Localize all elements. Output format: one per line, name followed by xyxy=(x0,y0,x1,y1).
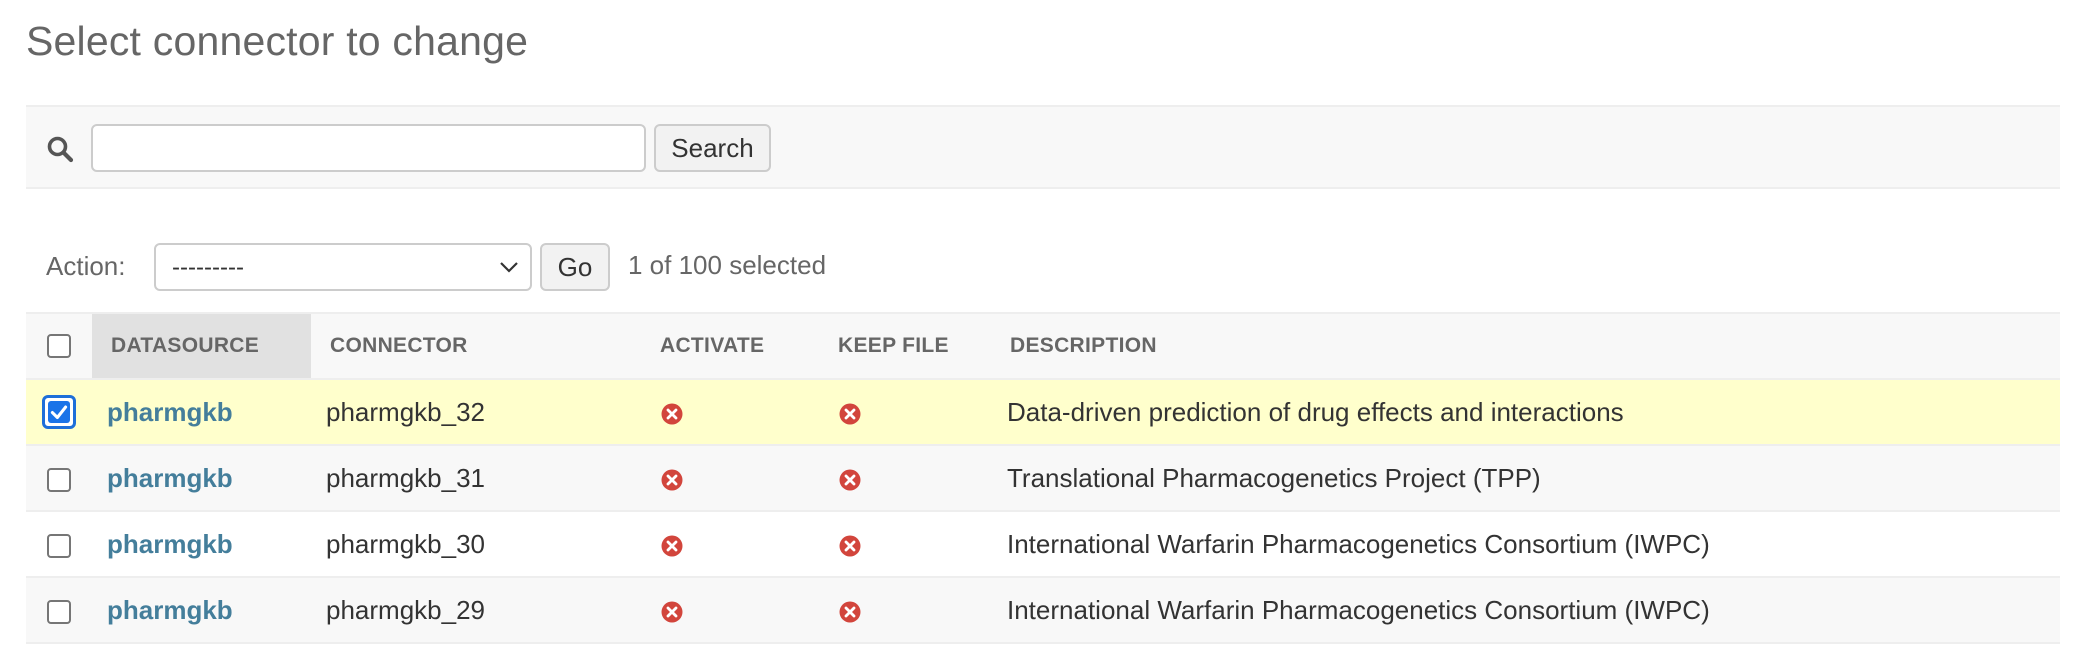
action-label: Action: xyxy=(46,251,126,281)
action-select-value: --------- xyxy=(172,254,244,281)
search-input[interactable] xyxy=(91,124,646,172)
column-label-activate: Activate xyxy=(660,334,765,357)
connector-name: pharmgkb_30 xyxy=(326,528,485,559)
false-icon xyxy=(839,403,861,425)
cell-connector: pharmgkb_32 xyxy=(311,379,650,445)
column-label-description: Description xyxy=(1010,334,1157,357)
admin-changelist-page: Select connector to change Search Action… xyxy=(0,0,2088,652)
false-icon xyxy=(661,469,683,491)
search-button[interactable]: Search xyxy=(654,124,771,172)
cell-keep-file xyxy=(824,511,996,577)
actions-bar: Action: --------- Go 1 of 100 selected xyxy=(26,238,1026,294)
column-header-activate[interactable]: Activate xyxy=(650,313,824,379)
column-header-datasource[interactable]: Datasource xyxy=(92,313,311,379)
chevron-down-icon xyxy=(500,262,518,273)
search-icon xyxy=(47,136,74,163)
select-all-checkbox[interactable] xyxy=(47,334,71,359)
cell-keep-file xyxy=(824,379,996,445)
description-text: International Warfarin Pharmacogenetics … xyxy=(1007,594,1710,625)
column-label-connector: Connector xyxy=(330,334,468,357)
table-row: pharmgkb pharmgkb_30 International Warfa… xyxy=(26,511,2060,577)
row-select-cell xyxy=(26,511,92,577)
go-button[interactable]: Go xyxy=(540,243,610,291)
datasource-link[interactable]: pharmgkb xyxy=(92,595,233,625)
search-toolbar: Search xyxy=(26,105,2060,189)
cell-activate xyxy=(650,379,824,445)
column-header-connector[interactable]: Connector xyxy=(311,313,650,379)
datasource-link[interactable]: pharmgkb xyxy=(92,397,233,427)
select-all-cell xyxy=(26,313,92,379)
datasource-link[interactable]: pharmgkb xyxy=(92,529,233,559)
cell-activate xyxy=(650,511,824,577)
row-checkbox[interactable] xyxy=(47,599,71,624)
cell-connector: pharmgkb_29 xyxy=(311,577,650,643)
connector-name: pharmgkb_31 xyxy=(326,462,485,493)
cell-description: Data-driven prediction of drug effects a… xyxy=(996,379,2060,445)
cell-keep-file xyxy=(824,445,996,511)
false-icon xyxy=(661,403,683,425)
false-icon xyxy=(839,535,861,557)
false-icon xyxy=(661,601,683,623)
connector-name: pharmgkb_29 xyxy=(326,594,485,625)
cell-activate xyxy=(650,577,824,643)
cell-connector: pharmgkb_31 xyxy=(311,445,650,511)
cell-datasource: pharmgkb xyxy=(92,577,311,643)
datasource-link[interactable]: pharmgkb xyxy=(92,463,233,493)
cell-description: Translational Pharmacogenetics Project (… xyxy=(996,445,2060,511)
column-header-keep-file[interactable]: Keep file xyxy=(824,313,996,379)
checkmark-icon xyxy=(48,401,70,424)
selection-counter: 1 of 100 selected xyxy=(628,250,827,280)
cell-description: International Warfarin Pharmacogenetics … xyxy=(996,511,2060,577)
row-select-cell xyxy=(26,577,92,643)
cell-datasource: pharmgkb xyxy=(92,379,311,445)
row-select-cell xyxy=(26,445,92,511)
cell-activate xyxy=(650,445,824,511)
column-label-datasource: Datasource xyxy=(111,334,260,357)
false-icon xyxy=(839,469,861,491)
false-icon xyxy=(661,535,683,557)
row-checkbox-checked[interactable] xyxy=(42,395,76,430)
cell-connector: pharmgkb_30 xyxy=(311,511,650,577)
page-title: Select connector to change xyxy=(26,18,529,64)
column-header-description[interactable]: Description xyxy=(996,313,2060,379)
cell-keep-file xyxy=(824,577,996,643)
cell-description: International Warfarin Pharmacogenetics … xyxy=(996,577,2060,643)
cell-datasource: pharmgkb xyxy=(92,511,311,577)
table-header-row: Datasource Connector Activate Keep file … xyxy=(26,313,2060,379)
column-label-keep-file: Keep file xyxy=(838,334,949,357)
description-text: International Warfarin Pharmacogenetics … xyxy=(1007,528,1710,559)
description-text: Data-driven prediction of drug effects a… xyxy=(1007,396,1624,427)
cell-datasource: pharmgkb xyxy=(92,445,311,511)
table-row: pharmgkb pharmgkb_32 Data-driven predict… xyxy=(26,379,2060,445)
table-row: pharmgkb pharmgkb_31 Translational Pharm… xyxy=(26,445,2060,511)
table-row: pharmgkb pharmgkb_29 International Warfa… xyxy=(26,577,2060,643)
description-text: Translational Pharmacogenetics Project (… xyxy=(1007,462,1541,493)
false-icon xyxy=(839,601,861,623)
row-select-cell xyxy=(26,379,92,445)
results-table: Datasource Connector Activate Keep file … xyxy=(26,312,2060,644)
row-checkbox[interactable] xyxy=(47,533,71,558)
row-checkbox[interactable] xyxy=(47,467,71,492)
action-select[interactable]: --------- xyxy=(154,243,532,291)
connector-name: pharmgkb_32 xyxy=(326,396,485,427)
